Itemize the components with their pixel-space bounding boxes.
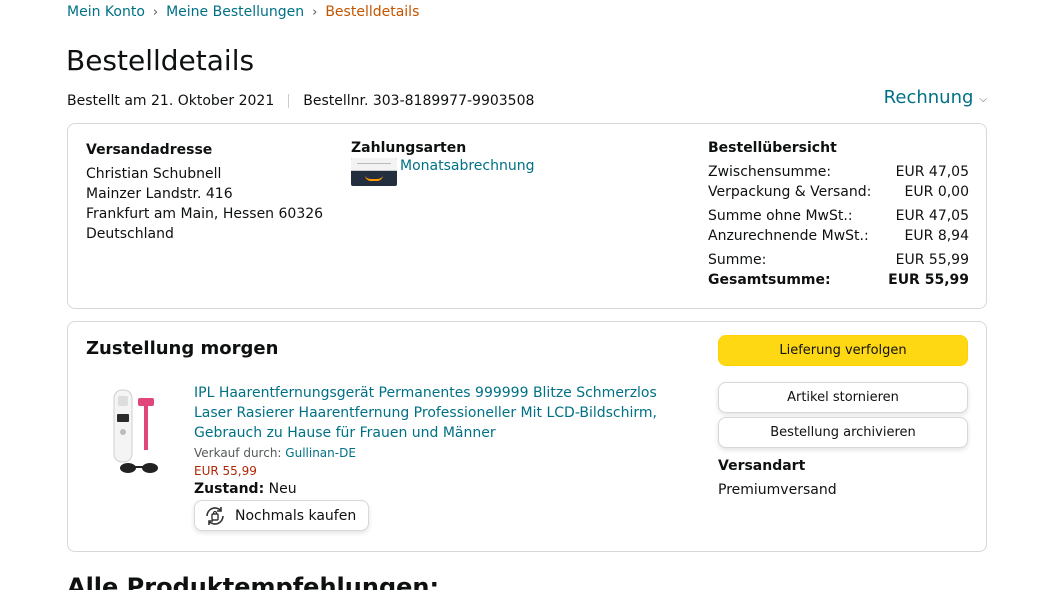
shipping-type-title: Versandart	[718, 458, 806, 474]
order-date: Bestellt am 21. Oktober 2021	[67, 93, 275, 109]
summary-row: Summe: EUR 55,99	[708, 250, 969, 270]
breadcrumb: Mein Konto › Meine Bestellungen › Bestel…	[67, 4, 419, 20]
condition-label: Zustand:	[194, 481, 265, 497]
address-line: Mainzer Landstr. 416	[86, 186, 233, 202]
product-image[interactable]	[108, 384, 174, 476]
amazon-card-icon	[351, 158, 397, 186]
seller-link[interactable]: Gullinan-DE	[285, 446, 356, 460]
payment-method-link[interactable]: Monatsabrechnung	[400, 158, 534, 174]
product-price: EUR 55,99	[194, 464, 257, 478]
invoice-label: Rechnung	[883, 87, 974, 108]
summary-label: Anzurechnende MwSt.:	[708, 228, 869, 244]
chevron-down-icon: ⌵	[979, 93, 987, 105]
buy-again-button[interactable]: Nochmals kaufen	[194, 500, 370, 531]
product-info: IPL Haarentfernungsgerät Permanentes 999…	[194, 383, 674, 532]
summary-value: EUR 0,00	[904, 184, 969, 200]
shipping-address: Versandadresse Christian Schubnell Mainz…	[86, 140, 323, 244]
payment-methods: Zahlungsarten Monatsabrechnung	[351, 140, 534, 186]
summary-value: EUR 47,05	[895, 208, 969, 224]
summary-row: Verpackung & Versand: EUR 0,00	[708, 182, 969, 202]
invoice-dropdown[interactable]: Rechnung ⌵	[884, 87, 987, 108]
summary-label: Zwischensumme:	[708, 164, 832, 180]
summary-value: EUR 55,99	[895, 252, 969, 268]
buy-again-label: Nochmals kaufen	[235, 507, 357, 524]
summary-value: EUR 47,05	[895, 164, 969, 180]
delivery-box: Zustellung morgen IPL Haarentfernungsger…	[67, 321, 987, 552]
summary-value: EUR 55,99	[888, 272, 969, 288]
summary-title: Bestellübersicht	[708, 140, 837, 156]
address-line: Christian Schubnell	[86, 166, 222, 182]
page-title: Bestelldetails	[66, 44, 255, 77]
cancel-item-button[interactable]: Artikel stornieren	[718, 382, 968, 413]
summary-row: Summe ohne MwSt.: EUR 47,05	[708, 206, 969, 226]
payment-title: Zahlungsarten	[351, 140, 467, 156]
summary-label: Verpackung & Versand:	[708, 184, 872, 200]
summary-value: EUR 8,94	[904, 228, 969, 244]
order-meta: Bestellt am 21. Oktober 2021 Bestellnr. …	[67, 93, 534, 109]
summary-row: Anzurechnende MwSt.: EUR 8,94	[708, 226, 969, 246]
summary-total-row: Gesamtsumme: EUR 55,99	[708, 270, 969, 290]
condition-value: Neu	[268, 481, 297, 497]
recommendations-title: Alle Produktempfehlungen:	[67, 573, 440, 590]
payment-method-row: Monatsabrechnung	[351, 158, 534, 186]
summary-row: Zwischensumme: EUR 47,05	[708, 162, 969, 182]
product-title-link[interactable]: IPL Haarentfernungsgerät Permanentes 999…	[194, 385, 657, 441]
delivery-title: Zustellung morgen	[86, 338, 279, 359]
shipping-address-title: Versandadresse	[86, 142, 213, 158]
breadcrumb-mein-konto[interactable]: Mein Konto	[67, 4, 145, 20]
buy-again-icon	[206, 506, 224, 525]
product-condition: Zustand: Neu	[194, 481, 674, 497]
address-line: Frankfurt am Main, Hessen 60326	[86, 206, 324, 222]
archive-order-button[interactable]: Bestellung archivieren	[718, 417, 968, 448]
divider	[288, 94, 290, 108]
shipping-type-value: Premiumversand	[718, 482, 837, 498]
breadcrumb-separator: ›	[152, 4, 159, 20]
summary-label: Summe:	[708, 252, 767, 268]
address-line: Deutschland	[86, 226, 174, 242]
order-number: Bestellnr. 303-8189977-9903508	[303, 93, 535, 109]
order-summary: Bestellübersicht Zwischensumme: EUR 47,0…	[708, 140, 969, 290]
summary-label: Summe ohne MwSt.:	[708, 208, 853, 224]
order-info-box: Versandadresse Christian Schubnell Mainz…	[67, 123, 987, 309]
breadcrumb-separator: ›	[312, 4, 318, 20]
track-delivery-button[interactable]: Lieferung verfolgen	[718, 335, 968, 366]
seller-line: Verkauf durch: Gullinan-DE	[194, 446, 674, 460]
summary-label: Gesamtsumme:	[708, 272, 831, 288]
seller-label: Verkauf durch:	[194, 446, 282, 460]
breadcrumb-current: Bestelldetails	[325, 4, 420, 20]
breadcrumb-meine-bestellungen[interactable]: Meine Bestellungen	[166, 4, 304, 20]
